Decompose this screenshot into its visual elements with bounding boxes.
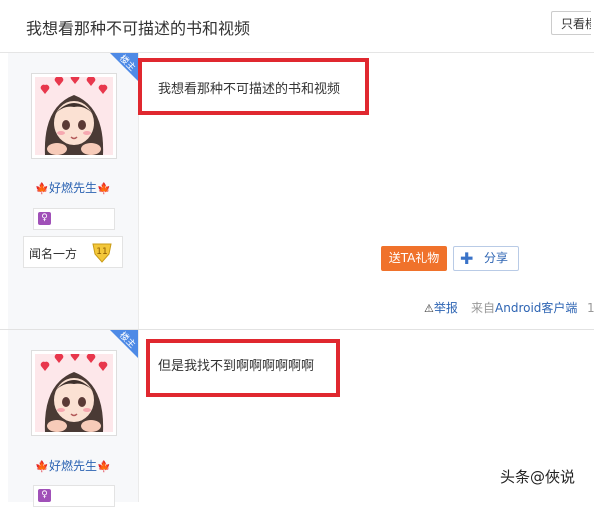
- android-client-link[interactable]: Android客户端: [495, 301, 577, 315]
- level-badge-box[interactable]: 闻名一方 11: [23, 236, 123, 268]
- maple-leaf-icon: 🍁: [35, 182, 49, 195]
- avatar-image: [35, 354, 113, 432]
- report-link[interactable]: ⚠举报: [424, 299, 458, 316]
- avatar-image: [35, 77, 113, 155]
- username-text: 好燃先生: [48, 459, 97, 473]
- level-name: 闻名一方: [29, 247, 78, 261]
- gender-box: ♀: [33, 208, 115, 230]
- client-source: 来自Android客户端: [471, 301, 578, 315]
- post-content: 但是我找不到啊啊啊啊啊啊: [158, 359, 315, 374]
- gender-box: ♀: [33, 485, 115, 507]
- share-button[interactable]: ✚ 分享: [453, 246, 519, 271]
- username[interactable]: 🍁好燃先生🍁: [8, 179, 138, 196]
- thread-title: 我想看那种不可描述的书和视频: [26, 19, 251, 38]
- female-icon: ♀: [38, 489, 51, 502]
- avatar[interactable]: [31, 73, 117, 159]
- svg-text:11: 11: [96, 247, 107, 257]
- avatar[interactable]: [31, 350, 117, 436]
- send-gift-button[interactable]: 送TA礼物: [381, 246, 447, 271]
- author-sidebar: 楼主: [8, 330, 139, 507]
- username[interactable]: 🍁好燃先生🍁: [8, 457, 138, 474]
- author-sidebar: 楼主: [8, 53, 139, 329]
- warning-icon: ⚠: [424, 302, 434, 315]
- post-content: 我想看那种不可描述的书和视频: [158, 82, 341, 97]
- plus-icon: ✚: [460, 249, 474, 268]
- watermark: 头条@俠说: [500, 468, 576, 486]
- only-op-button[interactable]: 只看楼: [551, 11, 591, 35]
- maple-leaf-icon: 🍁: [97, 460, 111, 473]
- female-icon: ♀: [38, 212, 51, 225]
- share-label: 分享: [484, 251, 509, 265]
- post-floor-1: 楼主 🍁好燃先生🍁 ♀ 闻名一方 11 我想看那种不可描述的书和视频 送TA礼物…: [8, 53, 594, 329]
- maple-leaf-icon: 🍁: [35, 460, 49, 473]
- level-shield-icon: 11: [91, 241, 113, 263]
- username-text: 好燃先生: [48, 181, 97, 195]
- floor-number: 1楼: [587, 301, 594, 315]
- maple-leaf-icon: 🍁: [97, 182, 111, 195]
- thread-header: 我想看那种不可描述的书和视频 只看楼: [0, 0, 594, 53]
